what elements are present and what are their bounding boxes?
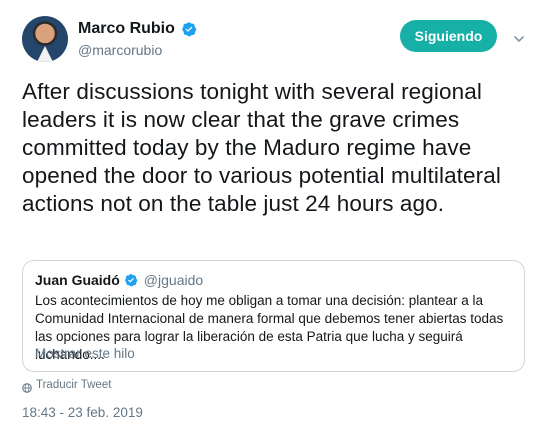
globe-icon (22, 380, 32, 393)
quoted-tweet-card[interactable]: Juan Guaidó @jguaido Los acontecimientos… (22, 260, 525, 372)
quoted-author-handle: @jguaido (143, 272, 204, 288)
tweet-timestamp[interactable]: 18:43 - 23 feb. 2019 (22, 405, 143, 420)
tweet-header: Marco Rubio @marcorubio Siguiendo (22, 16, 532, 66)
translate-label[interactable]: Traducir Tweet (36, 379, 111, 391)
show-thread-link[interactable]: Mostrar este hilo (35, 346, 135, 361)
following-button[interactable]: Siguiendo (400, 20, 497, 52)
verified-badge-icon (181, 21, 197, 37)
translate-tweet-link[interactable]: Traducir Tweet (22, 379, 111, 393)
quoted-author-name: Juan Guaidó (35, 272, 120, 288)
author-handle[interactable]: @marcorubio (78, 41, 197, 59)
avatar[interactable] (22, 16, 68, 62)
chevron-down-icon[interactable] (513, 32, 525, 44)
author-display-name[interactable]: Marco Rubio (78, 19, 175, 39)
tweet-text: After discussions tonight with several r… (22, 79, 501, 216)
author-block[interactable]: Marco Rubio @marcorubio (78, 19, 197, 59)
verified-badge-icon (124, 273, 138, 287)
